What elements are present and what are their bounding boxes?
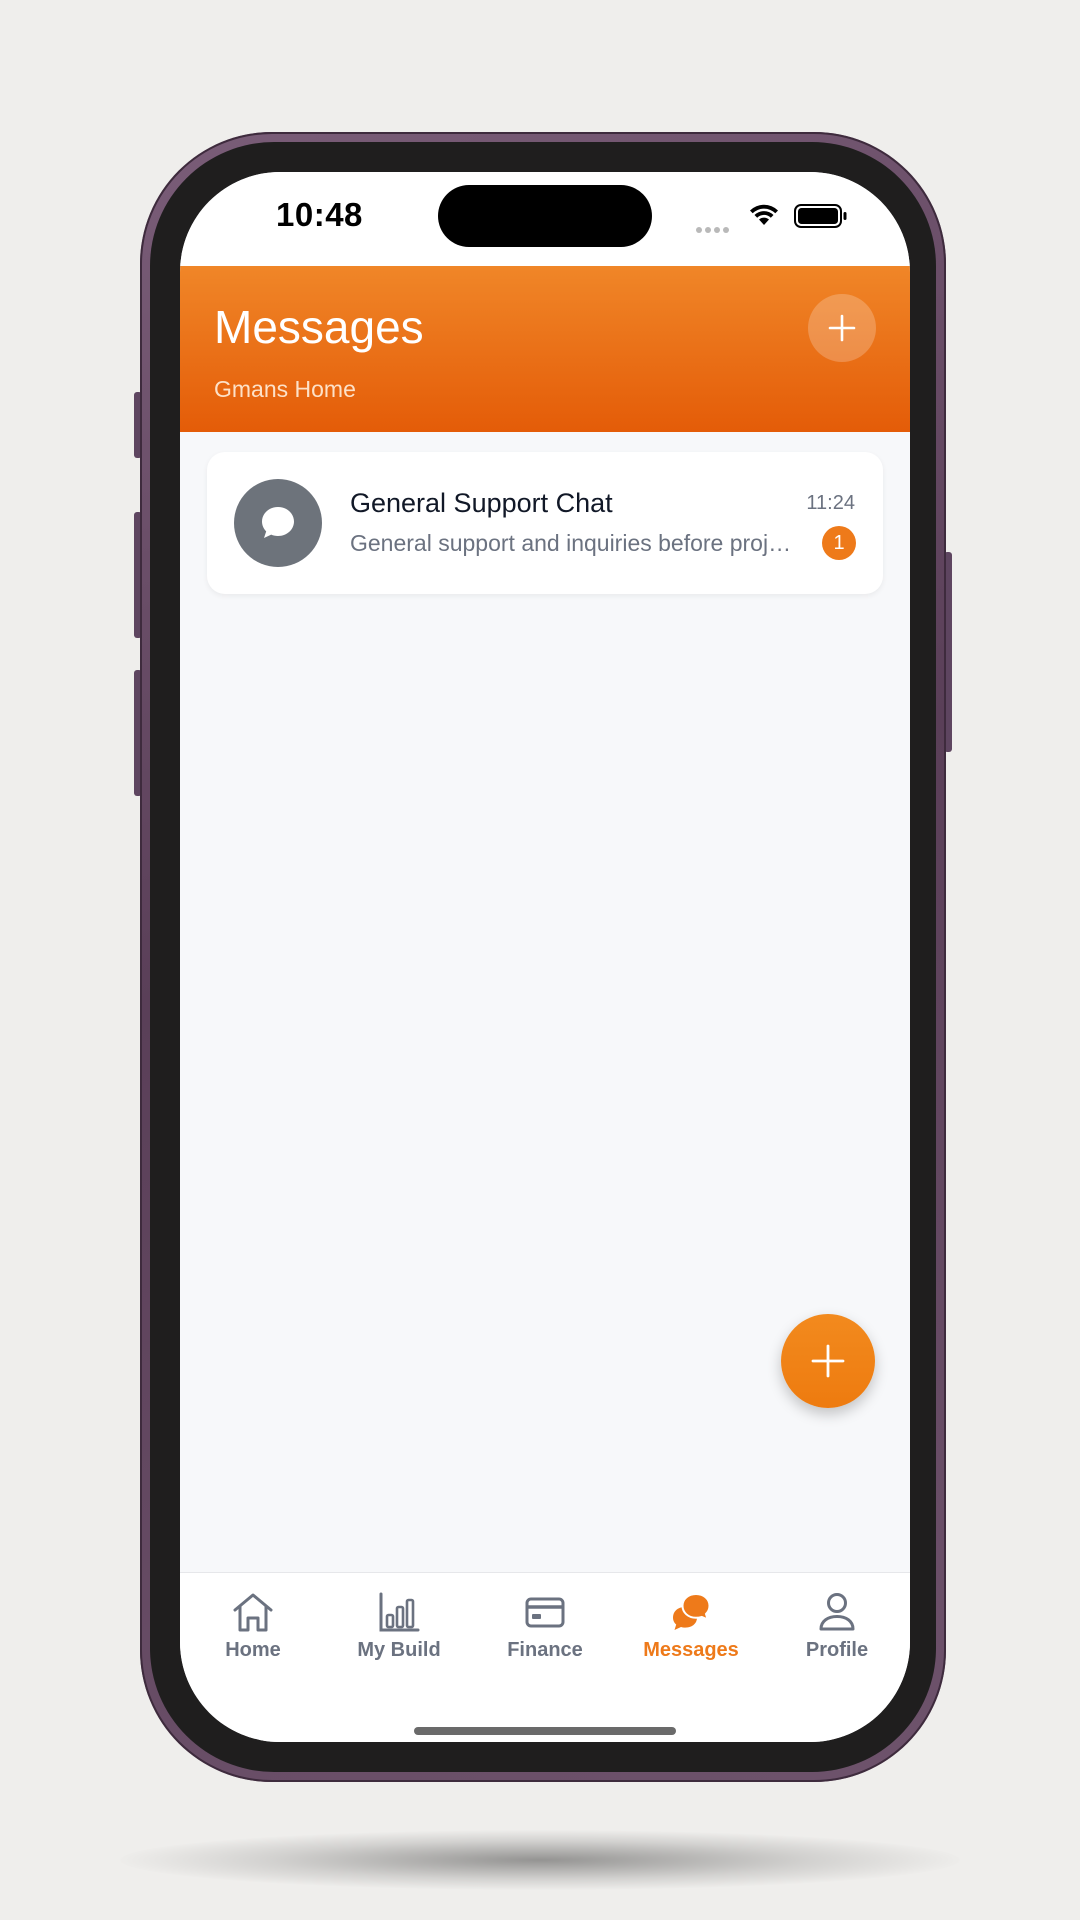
tab-my-build[interactable]: My Build — [326, 1591, 472, 1671]
conversation-item[interactable]: General Support Chat General support and… — [207, 452, 883, 594]
mockup-stage: 10:48 Messages Gmans Home General Suppor… — [0, 0, 1080, 1920]
page-title: Messages — [214, 301, 424, 353]
conversation-time: 11:24 — [806, 492, 855, 514]
conversation-preview: General support and inquiries before pro… — [350, 530, 800, 556]
person-icon — [819, 1593, 855, 1631]
status-bar: 10:48 — [180, 172, 910, 266]
phone-shadow — [120, 1830, 960, 1890]
battery-icon — [794, 204, 847, 228]
status-time: 10:48 — [276, 196, 363, 233]
tab-label: Profile — [805, 1639, 869, 1661]
plus-icon — [828, 314, 856, 342]
unread-badge: 1 — [822, 526, 856, 560]
chat-bubble-icon — [262, 507, 294, 538]
home-indicator — [414, 1727, 676, 1735]
bar-chart-icon — [379, 1592, 420, 1632]
new-message-fab[interactable] — [781, 1314, 875, 1408]
dynamic-island — [438, 185, 652, 247]
chat-bubbles-icon — [673, 1592, 711, 1630]
tab-label: Home — [225, 1639, 281, 1661]
tab-profile[interactable]: Profile — [764, 1591, 910, 1671]
messages-header: Messages Gmans Home — [180, 266, 910, 432]
new-chat-button[interactable] — [808, 294, 876, 362]
credit-card-icon — [525, 1597, 565, 1628]
tab-messages[interactable]: Messages — [618, 1591, 764, 1671]
cellular-signal-icon — [696, 220, 732, 238]
project-name: Gmans Home — [214, 376, 356, 402]
conversation-title: General Support Chat — [350, 488, 613, 518]
conversation-avatar — [234, 479, 322, 567]
app-screen: 10:48 Messages Gmans Home General Suppor… — [180, 172, 910, 1742]
plus-icon — [811, 1344, 845, 1378]
tab-finance[interactable]: Finance — [472, 1591, 618, 1671]
wifi-icon — [750, 204, 778, 225]
bottom-tab-bar: Home My Build Finance Messages Profile — [180, 1572, 910, 1742]
tab-label: Messages — [643, 1639, 739, 1661]
tab-label: My Build — [357, 1639, 441, 1661]
home-icon — [233, 1593, 273, 1632]
tab-home[interactable]: Home — [180, 1591, 326, 1671]
tab-label: Finance — [507, 1639, 583, 1661]
